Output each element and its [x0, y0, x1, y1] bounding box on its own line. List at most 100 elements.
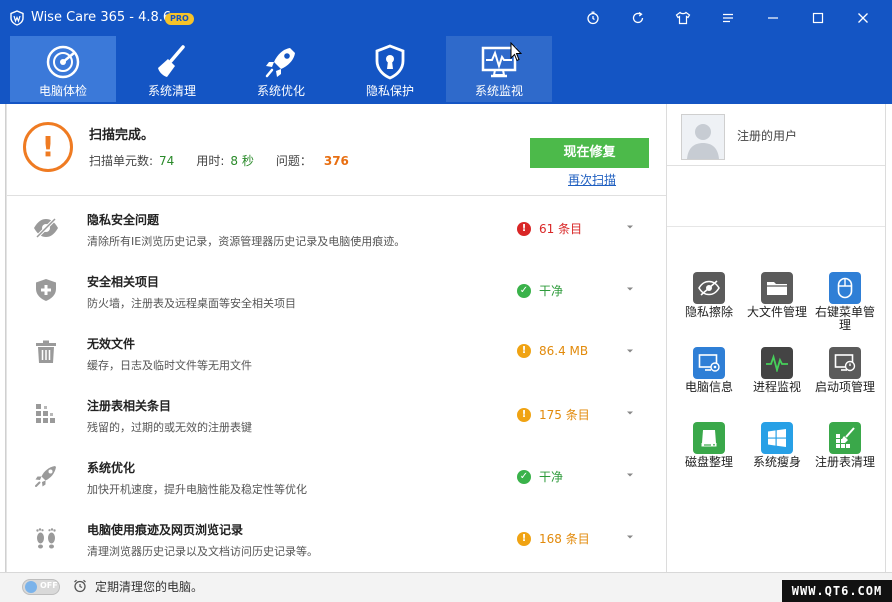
list-item[interactable]: 安全相关项目 防火墙，注册表及远程桌面等安全相关项目 ✓ 干净: [7, 258, 667, 320]
shirt-skin-icon[interactable]: [674, 9, 692, 27]
status-bar: OFF 定期清理您的电脑。: [0, 572, 892, 602]
units-label: 扫描单元数:: [89, 154, 154, 168]
issue-desc: 缓存，日志及临时文件等无用文件: [87, 359, 252, 372]
rocket-icon: [33, 463, 59, 489]
schedule-toggle[interactable]: OFF: [22, 579, 60, 595]
toggle-state: OFF: [40, 581, 58, 590]
timer-icon[interactable]: [584, 9, 602, 27]
tab-pc-checkup[interactable]: 电脑体检: [10, 36, 116, 102]
list-item[interactable]: 无效文件 缓存，日志及临时文件等无用文件 ! 86.4 MB: [7, 320, 667, 382]
issue-title: 注册表相关条目: [87, 399, 172, 413]
status-text: 干净: [539, 470, 564, 484]
tab-system-clean[interactable]: 系统清理: [119, 36, 225, 102]
tool-label: 电脑信息: [684, 380, 733, 394]
fix-now-button[interactable]: 现在修复: [530, 138, 649, 168]
process-monitor-icon: [761, 347, 793, 379]
menu-icon[interactable]: [719, 9, 737, 27]
privacy-eraser-icon: [693, 272, 725, 304]
main-toolbar: 电脑体检 系统清理 系统优化 隐私保护 系统监视: [0, 36, 892, 104]
scan-stats: 扫描单元数: 74 用时: 8 秒 问题： 376: [89, 152, 349, 169]
chevron-down-icon[interactable]: [625, 284, 635, 294]
issue-title: 电脑使用痕迹及网页浏览记录: [87, 523, 244, 537]
issues-label: 问题：: [275, 154, 312, 168]
tool-context-menu-manager[interactable]: 右键菜单管理: [811, 272, 879, 332]
chevron-down-icon[interactable]: [625, 222, 635, 232]
issue-status: ✓ 干净: [517, 468, 563, 485]
tool-disk-defrag[interactable]: 磁盘整理: [675, 422, 743, 469]
disk-defrag-icon: [693, 422, 725, 454]
issue-status: ! 168 条目: [517, 530, 590, 547]
status-text: 175 条目: [539, 408, 590, 422]
window-frame-right: [886, 104, 892, 572]
refresh-icon[interactable]: [629, 9, 647, 27]
issue-status: ✓ 干净: [517, 282, 563, 299]
scan-title: 扫描完成。: [89, 128, 155, 143]
checkup-panel: ! 扫描完成。 扫描单元数: 74 用时: 8 秒 问题： 376 现在修复 再次扫描 隐…: [6, 104, 667, 572]
registry-cleaner-icon: [829, 422, 861, 454]
minimize-icon[interactable]: [764, 9, 782, 27]
tool-large-file-manager[interactable]: 大文件管理: [743, 272, 811, 319]
warning-icon: !: [517, 407, 531, 422]
list-item[interactable]: 系统优化 加快开机速度，提升电脑性能及稳定性等优化 ✓ 干净: [7, 444, 667, 506]
time-value: 8 秒: [230, 154, 254, 168]
rescan-link[interactable]: 再次扫描: [568, 171, 616, 188]
shield-keyhole-icon: [370, 44, 410, 80]
tool-label: 系统瘦身: [752, 455, 801, 469]
close-icon[interactable]: [854, 9, 872, 27]
issue-title: 安全相关项目: [87, 275, 160, 289]
mouse-icon: [829, 272, 861, 304]
tab-system-monitor[interactable]: 系统监视: [446, 36, 552, 102]
issue-status: ! 86.4 MB: [517, 344, 588, 358]
status-text: 86.4 MB: [539, 344, 589, 358]
app-logo-icon: [10, 10, 24, 26]
issue-list: 隐私安全问题 清除所有IE浏览历史记录，资源管理器历史记录及电脑使用痕迹。 ! 6…: [7, 196, 667, 568]
issue-title: 系统优化: [87, 461, 136, 475]
registry-blocks-icon: [33, 401, 59, 427]
alarm-clock-icon: [74, 579, 86, 593]
tab-system-optimize[interactable]: 系统优化: [228, 36, 334, 102]
user-name: 注册的用户: [737, 129, 798, 143]
tool-system-slim[interactable]: 系统瘦身: [743, 422, 811, 469]
computer-info-icon: [693, 347, 725, 379]
mouse-cursor-icon: [510, 42, 522, 62]
app-title: Wise Care 365 - 4.8.6: [31, 10, 172, 25]
list-item[interactable]: 隐私安全问题 清除所有IE浏览历史记录，资源管理器历史记录及电脑使用痕迹。 ! 6…: [7, 196, 667, 258]
tool-label: 进程监视: [752, 380, 801, 394]
tool-label: 大文件管理: [746, 305, 807, 319]
avatar[interactable]: [681, 114, 725, 160]
tool-startup-manager[interactable]: 启动项管理: [811, 347, 879, 394]
list-item[interactable]: 电脑使用痕迹及网页浏览记录 清理浏览器历史记录以及文档访问历史记录等。 ! 168…: [7, 506, 667, 568]
status-text: 61 条目: [539, 222, 583, 236]
rocket-icon: [261, 44, 301, 80]
tool-label: 注册表清理: [814, 455, 875, 469]
radar-checkup-icon: [43, 44, 83, 80]
issue-desc: 清除所有IE浏览历史记录，资源管理器历史记录及电脑使用痕迹。: [87, 235, 406, 248]
chevron-down-icon[interactable]: [625, 470, 635, 480]
pro-badge: PRO: [165, 13, 194, 25]
status-text: 干净: [539, 284, 564, 298]
exclamation-icon: !: [23, 122, 73, 172]
trash-icon: [33, 339, 59, 365]
user-panel: 注册的用户: [667, 104, 885, 166]
tool-registry-cleaner[interactable]: 注册表清理: [811, 422, 879, 469]
chevron-down-icon[interactable]: [625, 532, 635, 542]
list-item[interactable]: 注册表相关条目 残留的，过期的或无效的注册表键 ! 175 条目: [7, 382, 667, 444]
windows-slim-icon: [761, 422, 793, 454]
time-label: 用时:: [196, 154, 225, 168]
tool-process-monitor[interactable]: 进程监视: [743, 347, 811, 394]
maximize-icon[interactable]: [809, 9, 827, 27]
tool-privacy-eraser[interactable]: 隐私擦除: [675, 272, 743, 319]
startup-manager-icon: [829, 347, 861, 379]
tab-label: 系统优化: [256, 84, 305, 98]
chevron-down-icon[interactable]: [625, 408, 635, 418]
footprints-icon: [33, 525, 59, 551]
check-icon: ✓: [517, 469, 531, 484]
warning-icon: !: [517, 344, 531, 358]
broom-icon: [152, 44, 192, 80]
chevron-down-icon[interactable]: [625, 346, 635, 356]
tab-privacy-protect[interactable]: 隐私保护: [337, 36, 443, 102]
tool-computer-info[interactable]: 电脑信息: [675, 347, 743, 394]
issue-status: ! 61 条目: [517, 220, 582, 237]
issue-desc: 清理浏览器历史记录以及文档访问历史记录等。: [87, 545, 318, 558]
side-panel: 注册的用户 隐私擦除 大文件管理 右键菜单管理 电脑信息 进程监视 启动项管理 …: [666, 104, 886, 572]
